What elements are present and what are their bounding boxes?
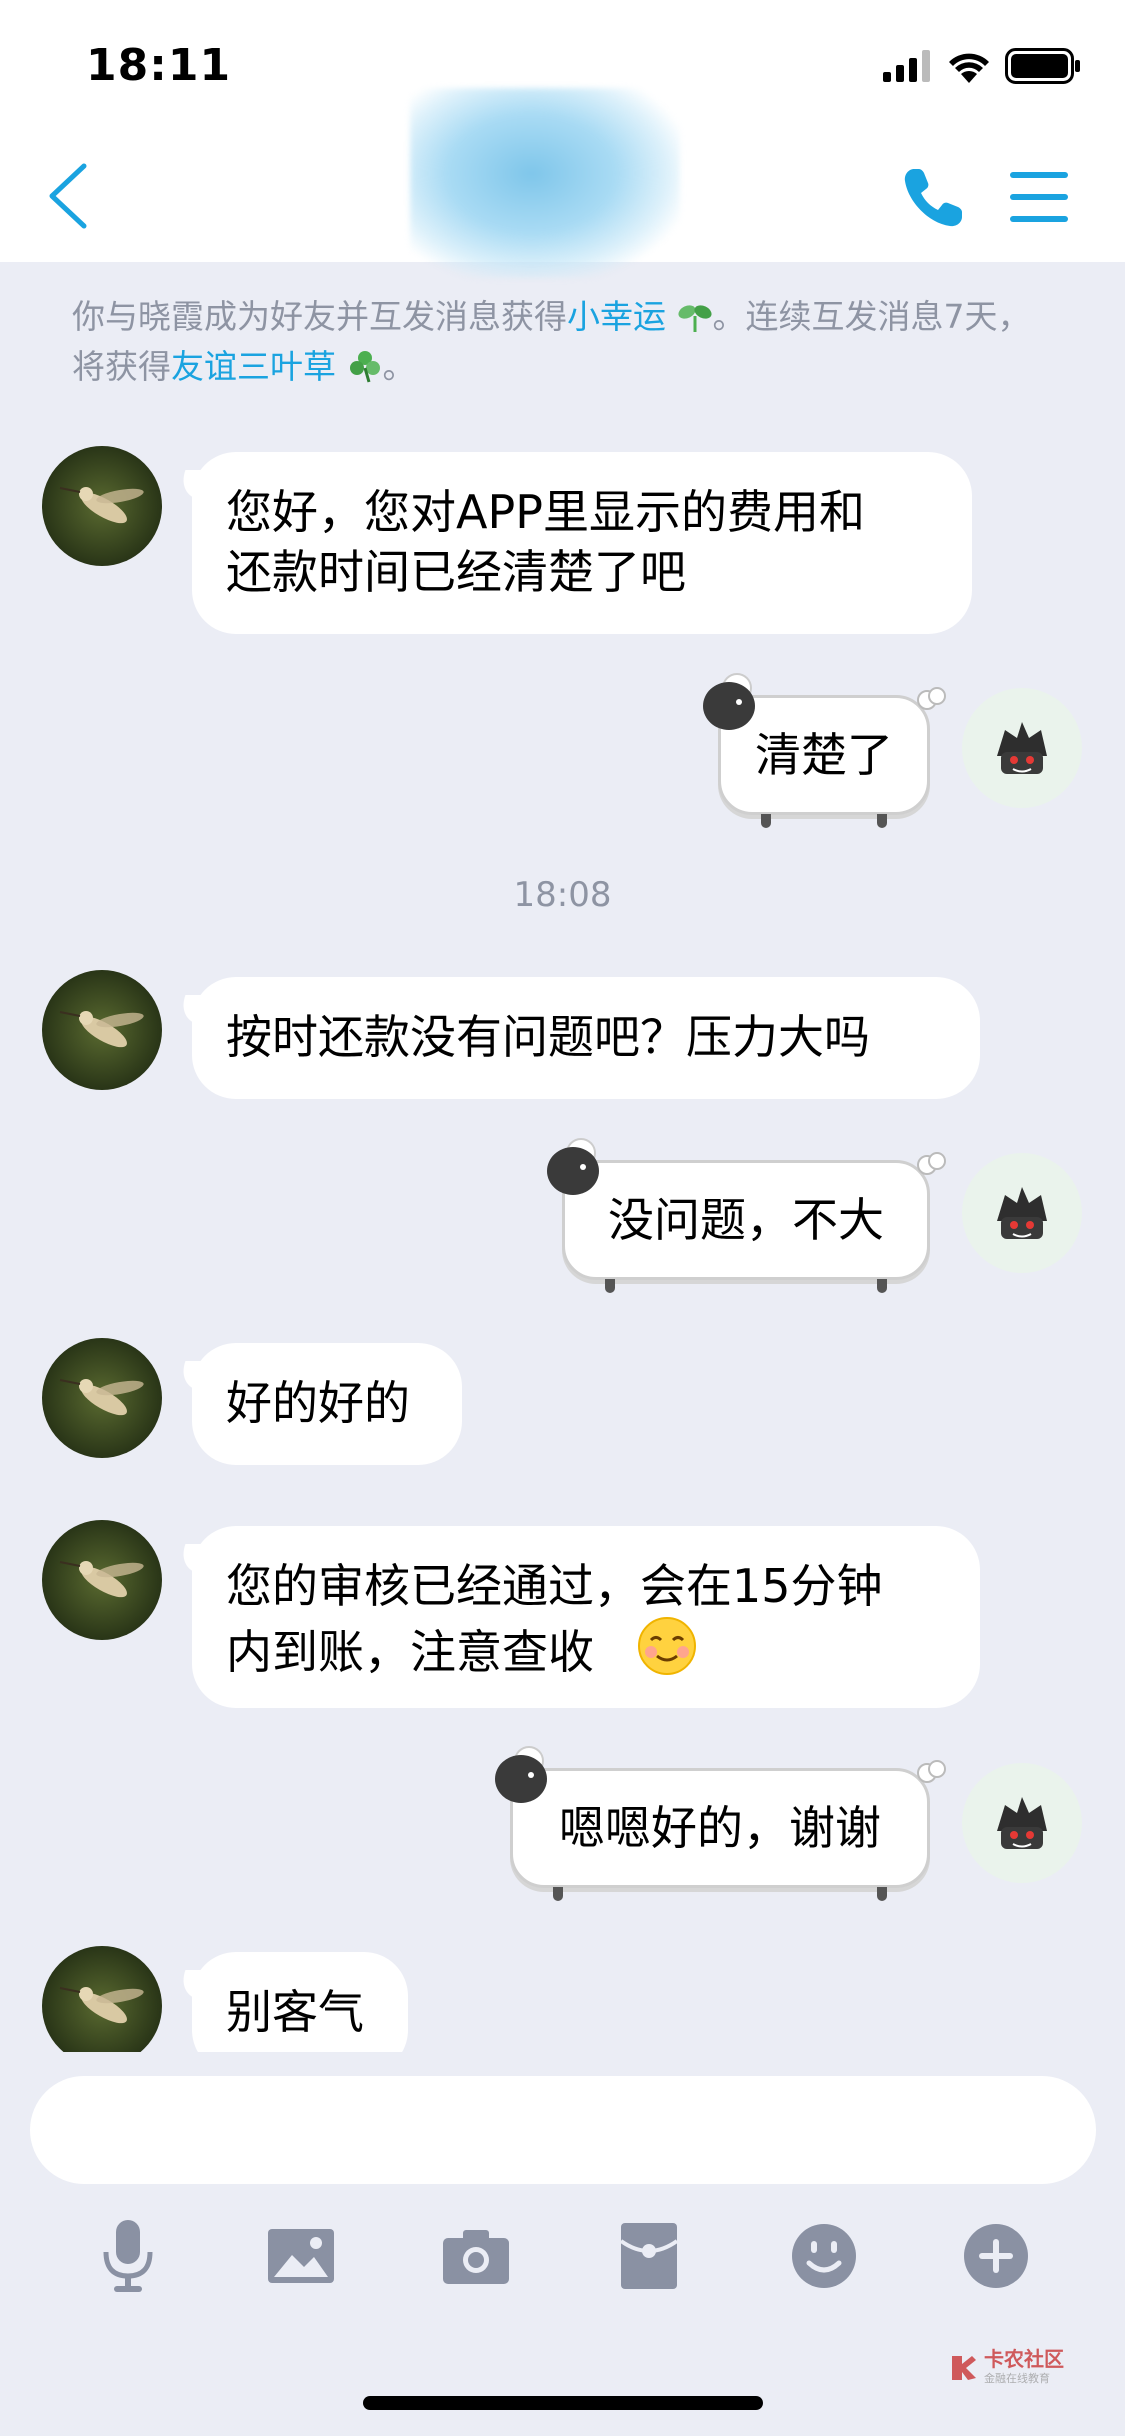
message-text-line: 还款时间已经清楚了吧 [226, 545, 686, 599]
cartoon-character-icon [997, 1187, 1047, 1239]
contact-avatar[interactable] [42, 1946, 162, 2052]
my-avatar[interactable] [962, 1763, 1082, 1883]
smile-emoji-icon [637, 1616, 697, 1690]
incoming-message-bubble[interactable]: 好的好的 [192, 1343, 462, 1465]
menu-button[interactable] [1010, 170, 1068, 224]
clover-icon [349, 351, 380, 383]
camera-button[interactable] [436, 2216, 516, 2296]
sheep-head-icon [547, 1138, 599, 1195]
photo-button[interactable] [261, 2216, 341, 2296]
notice-text-1: 你与晓霞成为好友并互发消息获得 [72, 297, 567, 336]
cartoon-character-icon [997, 1797, 1047, 1849]
message-text-line: 您好，您对APP里显示的费用和 [226, 485, 865, 539]
watermark: 卡农社区 金融在线教育 [948, 2348, 1064, 2386]
incoming-message-bubble[interactable]: 别客气 [192, 1952, 408, 2052]
sheep-head-icon [703, 673, 755, 730]
system-notice: 你与晓霞成为好友并互发消息获得小幸运 。连续互发消息7天，将获得友谊三叶草 。 [72, 292, 1062, 392]
message-text: 嗯嗯好的，谢谢 [559, 1801, 881, 1855]
notice-link-clover[interactable]: 友谊三叶草 [171, 347, 336, 386]
hummingbird-avatar-image [42, 1520, 162, 1640]
contact-avatar[interactable] [42, 970, 162, 1090]
sheep-leg [877, 1887, 887, 1901]
sheep-leg [605, 1279, 615, 1293]
cartoon-character-icon [997, 722, 1047, 774]
sheep-tail-icon [917, 1152, 946, 1175]
contact-avatar[interactable] [42, 446, 162, 566]
outgoing-message-bubble[interactable]: 清楚了 [703, 673, 946, 828]
image-icon [268, 2229, 334, 2283]
sprout-icon [677, 305, 712, 332]
outgoing-message-bubble[interactable]: 没问题，不大 [547, 1138, 946, 1293]
home-indicator[interactable] [363, 2396, 763, 2410]
sheep-leg [877, 1279, 887, 1293]
my-avatar[interactable] [962, 1153, 1082, 1273]
outgoing-message-bubble[interactable]: 嗯嗯好的，谢谢 [495, 1746, 946, 1901]
input-toolbar [0, 2216, 1125, 2296]
contact-avatar[interactable] [42, 1338, 162, 1458]
watermark-brand: 卡农社区 [984, 2347, 1064, 2371]
sheep-tail-icon [917, 687, 946, 710]
sheep-leg [553, 1887, 563, 1901]
hummingbird-avatar-image [42, 446, 162, 566]
red-packet-button[interactable] [609, 2216, 689, 2296]
my-avatar[interactable] [962, 688, 1082, 808]
back-button[interactable] [42, 160, 102, 232]
incoming-message-bubble[interactable]: 您的审核已经通过，会在15分钟 内到账，注意查收 [192, 1526, 980, 1708]
sheep-tail-icon [917, 1760, 946, 1783]
sheep-leg [761, 814, 771, 828]
message-text: 好的好的 [226, 1376, 410, 1430]
message-text-line: 您的审核已经通过，会在15分钟 [226, 1559, 883, 1613]
camera-icon [443, 2230, 509, 2284]
watermark-sub: 金融在线教育 [984, 2372, 1050, 2385]
sheep-leg [877, 814, 887, 828]
contact-name-redacted [410, 88, 680, 278]
red-packet-icon [619, 2223, 679, 2289]
message-text: 别客气 [226, 1985, 364, 2039]
status-icons [883, 48, 1081, 84]
sheep-head-icon [495, 1746, 547, 1803]
incoming-message-bubble[interactable]: 您好，您对APP里显示的费用和 还款时间已经清楚了吧 [192, 452, 972, 634]
notice-text-3: 。 [382, 347, 416, 386]
message-text: 清楚了 [755, 728, 893, 782]
voice-button[interactable] [88, 2216, 168, 2296]
cellular-signal-icon [883, 50, 930, 82]
hummingbird-avatar-image [42, 1946, 162, 2052]
status-time: 18:11 [86, 40, 232, 91]
message-clip-area: 别客气 [0, 1930, 1125, 2052]
emoji-icon [792, 2224, 856, 2288]
message-input[interactable] [30, 2076, 1096, 2184]
top-bar: 18:11 [0, 0, 1125, 278]
plus-icon [964, 2224, 1028, 2288]
hummingbird-avatar-image [42, 1338, 162, 1458]
microphone-icon [103, 2220, 153, 2292]
message-text-line: 内到账，注意查收 [226, 1625, 594, 1679]
hummingbird-avatar-image [42, 970, 162, 1090]
watermark-logo-icon [952, 2356, 976, 2380]
message-text: 按时还款没有问题吧？压力大吗 [226, 1010, 870, 1064]
more-button[interactable] [956, 2216, 1036, 2296]
notice-link-lucky[interactable]: 小幸运 [567, 297, 666, 336]
phone-call-button[interactable] [900, 165, 966, 231]
wifi-icon [949, 53, 989, 83]
chat-timestamp: 18:08 [513, 875, 612, 915]
emoji-button[interactable] [784, 2216, 864, 2296]
incoming-message-bubble[interactable]: 按时还款没有问题吧？压力大吗 [192, 977, 980, 1099]
battery-icon [1005, 48, 1080, 84]
contact-avatar[interactable] [42, 1520, 162, 1640]
message-text: 没问题，不大 [608, 1193, 884, 1247]
